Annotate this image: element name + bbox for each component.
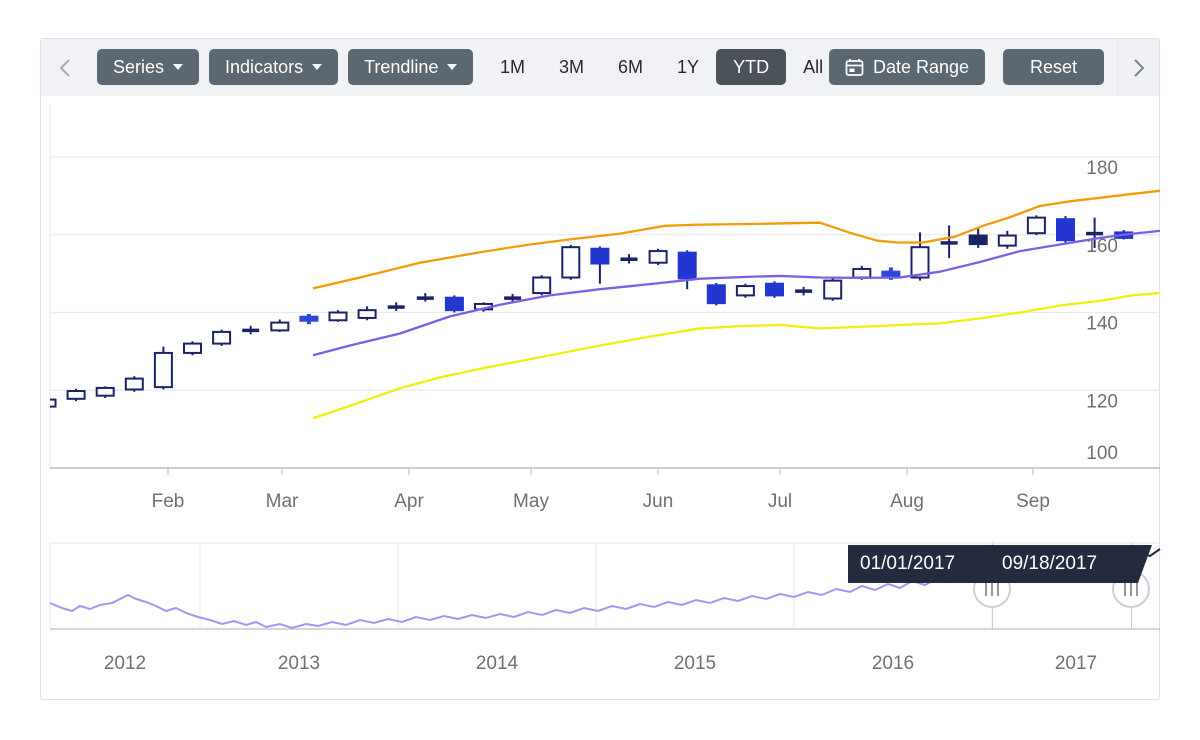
chevron-left-icon (57, 56, 73, 80)
grip-icon (1124, 583, 1138, 596)
date-range-button[interactable]: Date Range (829, 49, 985, 85)
dropdown-button-group: Series Indicators Trendline (97, 49, 473, 85)
indicators-dropdown-button[interactable]: Indicators (209, 49, 338, 85)
period-button-3m[interactable]: 3M (542, 49, 601, 85)
series-dropdown-button[interactable]: Series (97, 49, 199, 85)
chart-toolbar: Series Indicators Trendline 1M3M6M1YYTDAll… (41, 39, 1159, 96)
toolbar-scroll-left-button[interactable] (41, 39, 89, 96)
grip-icon (985, 583, 999, 596)
reset-group: Reset (1003, 49, 1104, 85)
series-label: Series (113, 57, 164, 78)
tooltip-fold-decoration (1123, 545, 1136, 583)
caret-down-icon (447, 64, 457, 70)
navigator-end-tooltip: 09/18/2017 (990, 545, 1120, 583)
toolbar-scroll-right-button[interactable] (1117, 39, 1159, 96)
indicators-label: Indicators (225, 57, 303, 78)
reset-button[interactable]: Reset (1003, 49, 1104, 85)
period-selector-group: 1M3M6M1YYTDAll (483, 49, 840, 85)
calendar-icon (845, 58, 864, 77)
period-button-1m[interactable]: 1M (483, 49, 542, 85)
period-button-6m[interactable]: 6M (601, 49, 660, 85)
navigator-start-tooltip: 01/01/2017 (848, 545, 978, 583)
trendline-label: Trendline (364, 57, 438, 78)
date-range-label: Date Range (873, 57, 969, 78)
period-button-1y[interactable]: 1Y (660, 49, 716, 85)
period-button-ytd[interactable]: YTD (716, 49, 786, 85)
chevron-right-icon (1131, 56, 1147, 80)
date-range-group: Date Range (829, 49, 985, 85)
caret-down-icon (173, 64, 183, 70)
trendline-dropdown-button[interactable]: Trendline (348, 49, 473, 85)
caret-down-icon (312, 64, 322, 70)
